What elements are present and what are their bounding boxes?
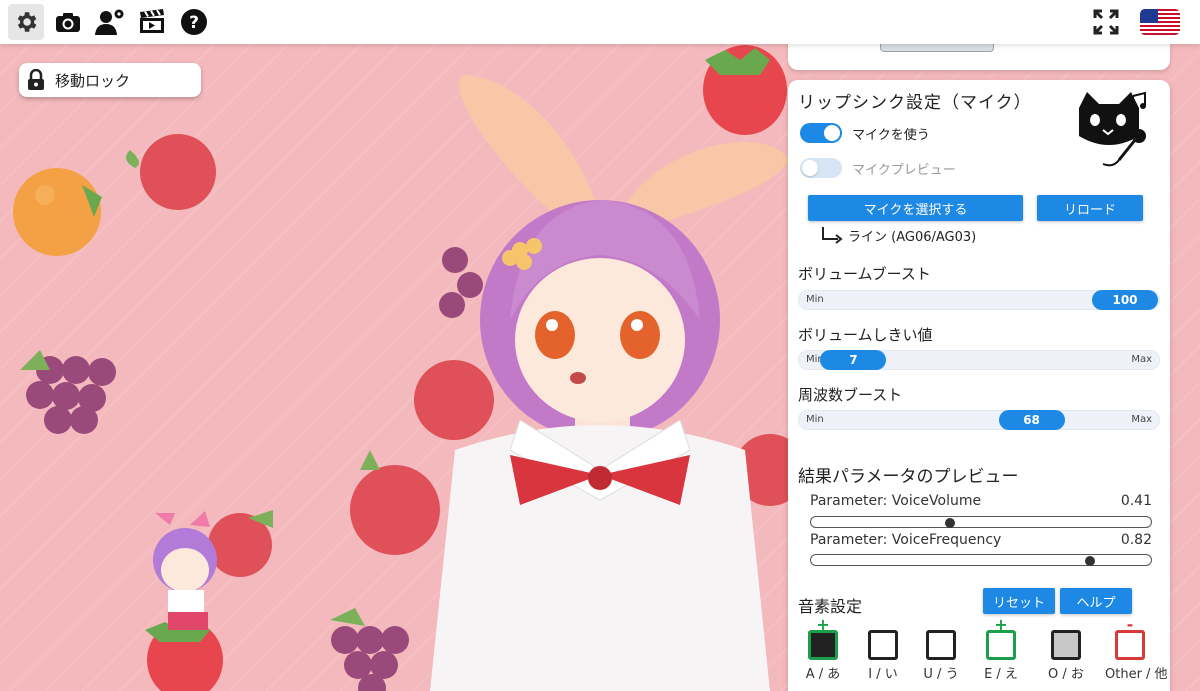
phoneme-swatch[interactable] — [1115, 630, 1145, 660]
phoneme-swatch[interactable] — [868, 630, 898, 660]
selected-device: ライン (AG06/AG03) — [820, 226, 976, 245]
phoneme-settings-title: 音素設定 — [798, 597, 863, 616]
phoneme-label: U / う — [923, 667, 959, 682]
use-mic-label: マイクを使う — [852, 127, 930, 143]
camera-icon — [56, 13, 80, 32]
grape-decoration-2 — [330, 608, 409, 691]
chibi-character — [153, 511, 217, 630]
volume-boost-slider[interactable]: Min 100 — [798, 290, 1160, 310]
slider-min-label: Min — [806, 414, 824, 425]
phoneme-swatch[interactable] — [808, 630, 838, 660]
settings-button[interactable] — [8, 4, 44, 40]
phoneme-item[interactable]: + A / あ — [798, 617, 848, 683]
panel-title: リップシンク設定（マイク） — [798, 93, 1032, 113]
param-value: 0.41 — [1120, 493, 1152, 509]
phoneme-item[interactable]: I / い — [858, 630, 908, 682]
param-name: Parameter: VoiceVolume — [810, 493, 982, 509]
apple-decoration-2 — [414, 360, 494, 440]
volume-boost-label: ボリュームブースト — [798, 265, 931, 283]
strawberry-decoration-2 — [145, 620, 223, 691]
param-name: Parameter: VoiceFrequency — [810, 532, 1002, 548]
phoneme-label: A / あ — [805, 667, 841, 682]
apple-decoration-4 — [208, 510, 273, 577]
frequency-boost-label: 周波数ブースト — [798, 386, 903, 404]
device-name: ライン (AG06/AG03) — [848, 230, 977, 245]
apple-decoration-1 — [126, 134, 216, 210]
param-value: 0.82 — [1120, 532, 1152, 548]
phoneme-mark: + — [816, 615, 830, 634]
grape-decoration-1 — [20, 350, 116, 434]
phoneme-help-button[interactable]: ヘルプ — [1060, 588, 1132, 614]
help-icon: ? — [181, 9, 207, 35]
slider-thumb[interactable]: 68 — [998, 410, 1065, 430]
svg-text:?: ? — [189, 13, 199, 33]
lock-icon — [28, 69, 44, 90]
volume-threshold-label: ボリュームしきい値 — [798, 326, 933, 344]
us-flag-icon — [1140, 9, 1180, 35]
slider-max-label: Max — [1131, 414, 1152, 425]
lipsync-settings-panel: リップシンク設定（マイク） マイクを使う マイクプレビュー マイクを選択する リ… — [788, 80, 1170, 691]
select-mic-button[interactable]: マイクを選択する — [808, 195, 1023, 221]
phoneme-label: Other / 他 — [1105, 667, 1168, 682]
strawberry-decoration-1 — [703, 45, 787, 135]
clapperboard-icon — [140, 9, 164, 33]
phoneme-mark: + — [994, 615, 1008, 634]
move-lock-label: 移動ロック — [55, 71, 131, 90]
top-toolbar: ? — [0, 0, 1200, 44]
slider-thumb[interactable]: 100 — [1092, 290, 1158, 310]
param-indicator — [1084, 556, 1095, 566]
phoneme-swatch[interactable] — [986, 630, 1016, 660]
phoneme-label: E / え — [984, 667, 1018, 682]
phoneme-label: O / お — [1048, 667, 1084, 682]
fullscreen-icon — [1093, 9, 1119, 35]
phoneme-item[interactable]: + E / え — [976, 617, 1026, 683]
reset-button[interactable]: リセット — [983, 588, 1055, 614]
param-bar-voice-frequency — [810, 554, 1152, 566]
branch-arrow-icon — [822, 227, 843, 244]
slider-max-label: Max — [1131, 354, 1152, 365]
mic-preview-row: マイクプレビュー — [800, 158, 956, 178]
phoneme-swatch[interactable] — [1051, 630, 1081, 660]
apple-decoration-3 — [350, 450, 440, 555]
volume-threshold-slider[interactable]: Min Max 7 — [798, 350, 1160, 370]
phoneme-item[interactable]: U / う — [916, 630, 966, 682]
use-mic-row: マイクを使う — [800, 123, 930, 143]
language-button[interactable] — [1138, 4, 1182, 40]
user-settings-icon — [95, 9, 124, 35]
orange-fruit-decoration — [13, 168, 102, 256]
mic-preview-toggle[interactable] — [800, 158, 842, 178]
result-preview-title: 結果パラメータのプレビュー — [798, 467, 1019, 487]
phoneme-item[interactable]: - Other / 他 — [1105, 617, 1168, 683]
frequency-boost-slider[interactable]: Min Max 68 — [798, 410, 1160, 430]
help-button[interactable]: ? — [176, 4, 212, 40]
phoneme-mark: - — [1126, 615, 1134, 634]
reload-button[interactable]: リロード — [1037, 195, 1143, 221]
param-indicator — [945, 518, 956, 528]
move-lock-button[interactable]: 移動ロック — [19, 63, 201, 97]
cat-microphone-icon — [1079, 91, 1146, 167]
mic-preview-label: マイクプレビュー — [852, 162, 956, 178]
phoneme-item[interactable]: O / お — [1041, 630, 1091, 682]
slider-min-label: Min — [806, 294, 824, 305]
param-bar-voice-volume — [810, 516, 1152, 528]
grape-decoration-3 — [439, 247, 483, 318]
gear-icon — [17, 12, 37, 32]
fullscreen-button[interactable] — [1088, 4, 1124, 40]
avatar-settings-button[interactable] — [92, 4, 128, 40]
phoneme-label: I / い — [868, 667, 898, 682]
phoneme-swatch[interactable] — [926, 630, 956, 660]
slider-thumb[interactable]: 7 — [820, 350, 887, 370]
use-mic-toggle[interactable] — [800, 123, 842, 143]
screenshot-button[interactable] — [50, 4, 86, 40]
motion-button[interactable] — [134, 4, 170, 40]
